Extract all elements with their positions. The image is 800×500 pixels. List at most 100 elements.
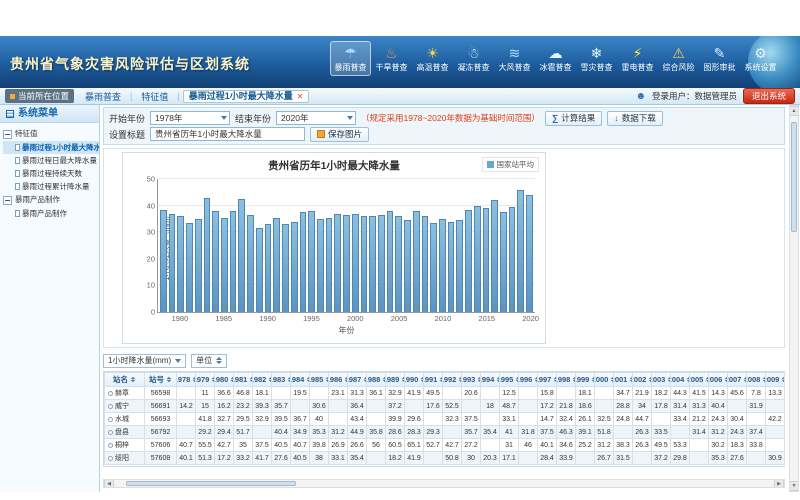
nav-lightning-button[interactable]: ⚡雷电普查 [617,41,658,76]
column-header-year-1981[interactable]: 1981 [234,373,253,387]
station-name: 威宁 [115,401,129,411]
column-header-year-2000[interactable]: 2000 [595,373,614,387]
column-header-year-1980[interactable]: 1980 [215,373,234,387]
nav-snow-button[interactable]: ❄雪灾普查 [576,41,617,76]
station-name: 赫章 [115,388,129,398]
column-header-year-2005[interactable]: 2005 [690,373,709,387]
table-row[interactable]: 绥阳5760840.151.317.233.241.727.640.53833.… [105,452,786,465]
breadcrumb-tab[interactable]: 暴雨过程1小时最大降水量✕ [183,90,310,103]
column-header-year-2004[interactable]: 2004 [671,373,690,387]
column-header-year-1996[interactable]: 1996 [519,373,538,387]
nav-settings-button[interactable]: ⚙系统设置 [740,41,781,76]
column-header-year-2007[interactable]: 2007 [728,373,747,387]
column-header-year-1998[interactable]: 1998 [557,373,576,387]
column-header-year-1978[interactable]: 1978 [177,373,196,387]
column-header-year-1984[interactable]: 1984 [291,373,310,387]
sidebar-item[interactable]: 暴雨产品制作 [3,207,99,220]
sidebar-item[interactable]: 暴雨过程持续天数 [3,167,99,180]
scroll-up-icon[interactable]: ▲ [790,106,798,116]
field-select[interactable]: 1小时降水量(mm) [103,354,186,368]
column-header-year-2002[interactable]: 2002 [633,373,652,387]
collapse-icon[interactable] [3,130,12,139]
sidebar-item[interactable]: 暴雨过程1小时最大降水量 [3,141,99,154]
radio-icon[interactable] [108,391,113,396]
column-header-year-1986[interactable]: 1986 [329,373,348,387]
tree-group[interactable]: 暴雨产品制作 [3,193,99,207]
column-header-year-1982[interactable]: 1982 [253,373,272,387]
hscroll-thumb[interactable] [126,481,296,486]
nav-drought-button[interactable]: ♨干旱普查 [371,41,412,76]
data-download-button[interactable]: ↓ 数据下载 [607,111,663,126]
column-header-station-name[interactable]: 站名 [105,373,145,387]
vscroll-thumb[interactable] [791,122,797,232]
breadcrumb-tab[interactable]: 暴雨普查 [79,90,127,103]
table-row[interactable]: 威宁5669114.21516.223.239.335.730.636.437.… [105,400,786,413]
radio-icon[interactable] [108,430,113,435]
column-header-year-1979[interactable]: 1979 [196,373,215,387]
column-header-year-1992[interactable]: 1992 [443,373,462,387]
sidebar-item[interactable]: 暴雨过程累计降水量 [3,180,99,193]
column-header-year-1995[interactable]: 1995 [500,373,519,387]
close-icon[interactable]: ✕ [297,90,304,103]
nav-risk-button[interactable]: ⚠综合风险 [658,41,699,76]
sidebar-item[interactable]: 暴雨过程日最大降水量 [3,154,99,167]
tree-group[interactable]: 特征值 [3,127,99,141]
radio-icon[interactable] [108,404,113,409]
save-image-button[interactable]: 保存图片 [310,127,369,142]
column-label: 1995 [500,375,514,384]
column-header-year-1999[interactable]: 1999 [576,373,595,387]
column-header-year-1985[interactable]: 1985 [310,373,329,387]
column-header-station-id[interactable]: 站号 [145,373,177,387]
column-header-year-2006[interactable]: 2006 [709,373,728,387]
table-row[interactable]: 盘县5679229.229.451.740.434.935.331.244.93… [105,426,786,439]
scroll-right-icon[interactable]: ▶ [774,480,784,487]
column-header-year-1993[interactable]: 1993 [462,373,481,387]
column-header-year-2010[interactable]: 2010 [785,373,786,387]
value-cell: 24.8 [614,413,633,426]
calc-result-button[interactable]: ∑ 计算结果 [545,111,602,126]
unit-select[interactable]: 单位 [191,354,227,368]
end-year-value: 2020年 [281,112,308,124]
chart-title-input[interactable] [150,127,305,141]
scroll-left-icon[interactable]: ◀ [104,480,114,487]
vertical-scrollbar[interactable]: ▲ ▼ [789,105,799,492]
value-cell: 34.9 [291,426,310,439]
column-header-year-1994[interactable]: 1994 [481,373,500,387]
bar-1993 [291,222,298,312]
nav-rainstorm-button[interactable]: ☂暴雨普查 [330,41,371,76]
column-header-year-1991[interactable]: 1991 [424,373,443,387]
nav-heat-button[interactable]: ☀高温普查 [412,41,453,76]
value-cell [367,452,386,465]
horizontal-scrollbar[interactable]: ◀ ▶ [103,479,785,488]
nav-freeze-button[interactable]: ☃凝冻普查 [453,41,494,76]
chart-bars [159,179,534,312]
vscroll-track[interactable] [790,116,798,481]
column-header-year-1997[interactable]: 1997 [538,373,557,387]
radio-icon[interactable] [108,456,113,461]
radio-icon[interactable] [108,417,113,422]
column-header-year-1987[interactable]: 1987 [348,373,367,387]
column-header-year-2003[interactable]: 2003 [652,373,671,387]
hscroll-track[interactable] [114,480,774,487]
nav-map-approval-button[interactable]: ✎图形审批 [699,41,740,76]
column-header-year-2001[interactable]: 2001 [614,373,633,387]
table-row[interactable]: 桐梓5760640.755.542.73537.540.540.739.826.… [105,439,786,452]
column-header-year-2009[interactable]: 2009 [766,373,785,387]
column-header-year-1988[interactable]: 1988 [367,373,386,387]
column-header-year-2008[interactable]: 2008 [747,373,766,387]
logout-button[interactable]: 退出系统 [743,88,795,104]
table-row[interactable]: 水城5669341.832.729.532.939.536.74043.439.… [105,413,786,426]
column-header-year-1990[interactable]: 1990 [405,373,424,387]
column-header-year-1989[interactable]: 1989 [386,373,405,387]
column-header-year-1983[interactable]: 1983 [272,373,291,387]
radio-icon[interactable] [108,443,113,448]
nav-label: 凝冻普查 [454,63,493,73]
end-year-select[interactable]: 2020年 [276,111,356,125]
nav-hail-button[interactable]: ☁冰雹普查 [535,41,576,76]
collapse-icon[interactable] [3,196,12,205]
scroll-down-icon[interactable]: ▼ [790,481,798,491]
table-row[interactable]: 赫章565981136.646.818.119.523.131.336.132.… [105,387,786,400]
breadcrumb-tab[interactable]: 特征值 [135,90,174,103]
nav-wind-button[interactable]: ≋大风普查 [494,41,535,76]
start-year-select[interactable]: 1978年 [150,111,230,125]
